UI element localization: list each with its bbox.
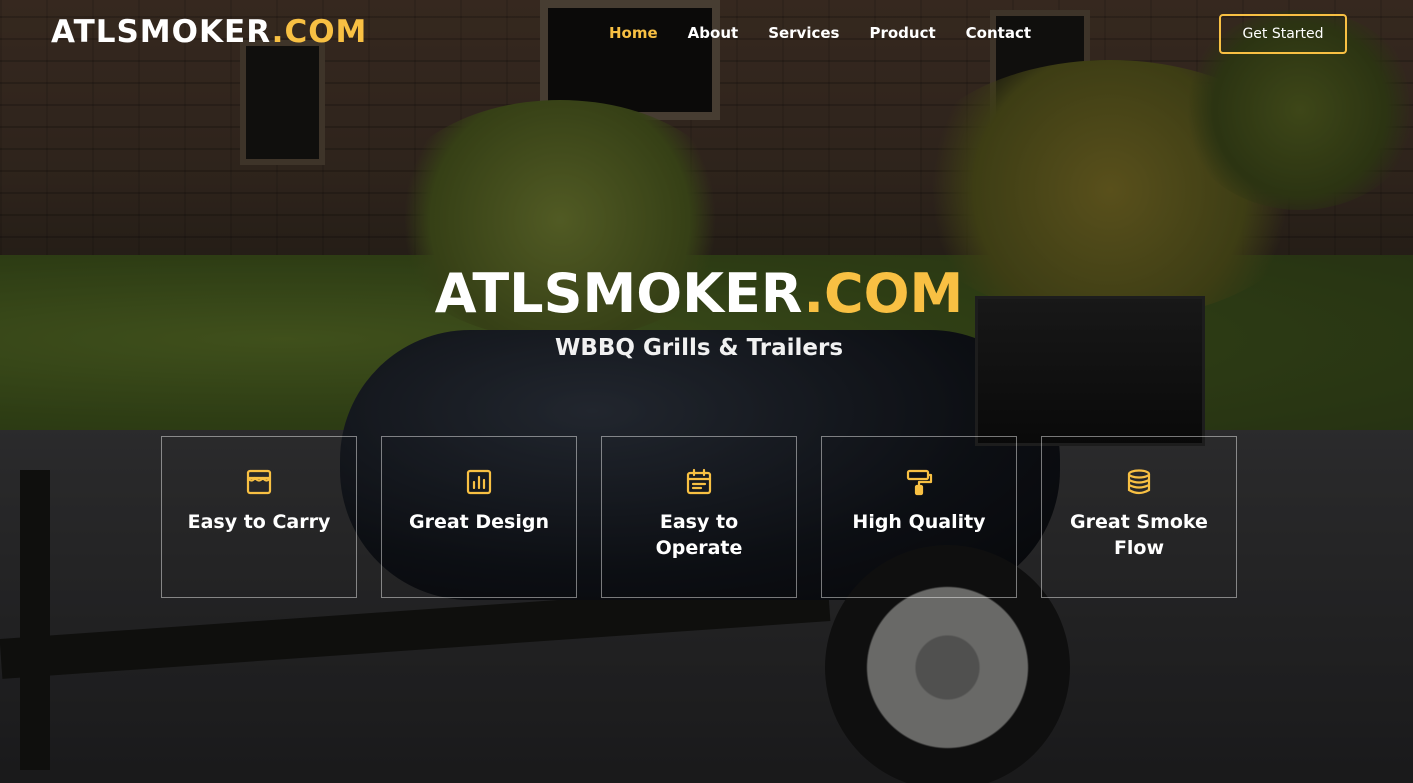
- hero-title-main: ATLSMOKER: [434, 262, 804, 325]
- feature-box-great-design[interactable]: Great Design: [381, 436, 577, 598]
- nav-item-home[interactable]: Home: [609, 24, 658, 42]
- hero-title-accent: .COM: [803, 262, 964, 325]
- feature-box-high-quality[interactable]: High Quality: [821, 436, 1017, 598]
- site-header: ATLSMOKER.COM Home About Services Produc…: [0, 0, 1413, 70]
- logo-accent-text: .COM: [271, 14, 368, 50]
- feature-label: High Quality: [852, 511, 986, 533]
- site-logo[interactable]: ATLSMOKER.COM: [51, 14, 367, 50]
- feature-label: Great Design: [409, 511, 549, 533]
- hero-subtitle: WBBQ Grills & Trailers: [554, 335, 844, 361]
- nav-item-product[interactable]: Product: [869, 24, 935, 42]
- feature-box-great-smoke-flow[interactable]: Great Smoke Flow: [1041, 436, 1237, 598]
- main-nav: Home About Services Product Contact: [609, 24, 1031, 42]
- calendar-icon: [684, 467, 714, 497]
- get-started-button[interactable]: Get Started: [1219, 14, 1347, 54]
- nav-item-contact[interactable]: Contact: [966, 24, 1031, 42]
- nav-item-about[interactable]: About: [688, 24, 739, 42]
- feature-label: Great Smoke Flow: [1070, 511, 1208, 559]
- feature-list: Easy to Carry Great Design Easy to Opera…: [161, 436, 1237, 598]
- logo-text: ATLSMOKER: [51, 14, 272, 50]
- feature-label: Easy to Carry: [187, 511, 331, 533]
- hero-title: ATLSMOKER.COM: [0, 262, 1398, 325]
- dark-overlay: [0, 0, 1413, 783]
- feature-box-easy-to-carry[interactable]: Easy to Carry: [161, 436, 357, 598]
- nav-item-services[interactable]: Services: [768, 24, 839, 42]
- store-icon: [244, 467, 274, 497]
- feature-label: Easy to Operate: [655, 511, 743, 559]
- hero-background-image: [0, 0, 1413, 783]
- paint-roller-icon: [904, 467, 934, 497]
- bar-chart-icon: [464, 467, 494, 497]
- database-icon: [1124, 467, 1154, 497]
- feature-box-easy-to-operate[interactable]: Easy to Operate: [601, 436, 797, 598]
